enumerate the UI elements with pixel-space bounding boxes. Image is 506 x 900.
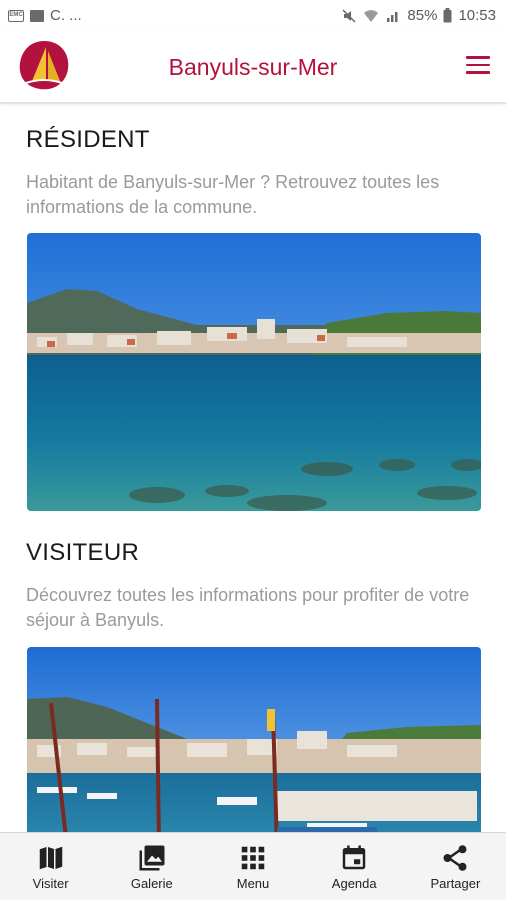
battery-percent: 85% <box>407 7 438 24</box>
nav-galerie[interactable]: Galerie <box>101 833 202 900</box>
mute-icon <box>342 8 356 23</box>
status-right: 85% 10:53 <box>341 7 496 24</box>
image-notification-icon <box>30 9 44 22</box>
notification-icon: EMC <box>8 9 24 22</box>
calendar-icon <box>342 845 366 870</box>
section-title-resident: RÉSIDENT <box>26 126 150 153</box>
status-left-text: C. ... <box>50 7 82 24</box>
main-content: RÉSIDENT Habitant de Banyuls-sur-Mer ? R… <box>0 106 506 832</box>
clock: 10:53 <box>458 7 496 24</box>
section-desc-visitor: Découvrez toutes les informations pour p… <box>26 585 470 630</box>
page-title: Banyuls-sur-Mer <box>168 54 338 80</box>
nav-partager-label: Partager <box>430 876 481 891</box>
resident-image[interactable] <box>27 233 481 511</box>
visitor-photo <box>27 647 481 832</box>
nav-visiter-label: Visiter <box>32 876 69 891</box>
section-title-visitor: VISITEUR <box>26 539 140 566</box>
grid-icon <box>241 846 265 870</box>
hamburger-menu-icon[interactable] <box>466 56 490 76</box>
share-icon <box>443 845 467 871</box>
nav-visiter[interactable]: Visiter <box>0 833 101 900</box>
signal-icon <box>387 11 398 22</box>
nav-partager[interactable]: Partager <box>405 833 506 900</box>
gallery-icon <box>139 845 165 871</box>
nav-menu-label: Menu <box>236 876 270 891</box>
map-icon <box>39 846 62 870</box>
visitor-image[interactable] <box>27 647 481 832</box>
section-desc-resident: Habitant de Banyuls-sur-Mer ? Retrouvez … <box>26 172 440 217</box>
app-header: Banyuls-sur-Mer <box>0 32 506 104</box>
nav-menu[interactable]: Menu <box>202 833 303 900</box>
nav-galerie-label: Galerie <box>130 876 173 891</box>
status-bar: EMC C. ... 85% 10:53 <box>0 0 506 32</box>
battery-icon <box>443 8 452 23</box>
wifi-icon <box>364 9 379 22</box>
nav-agenda-label: Agenda <box>331 876 377 891</box>
nav-agenda[interactable]: Agenda <box>304 833 405 900</box>
bottom-nav: Visiter Galerie Menu Agenda Partager <box>0 832 506 900</box>
status-left: EMC C. ... <box>8 7 82 24</box>
resident-photo <box>27 233 481 511</box>
